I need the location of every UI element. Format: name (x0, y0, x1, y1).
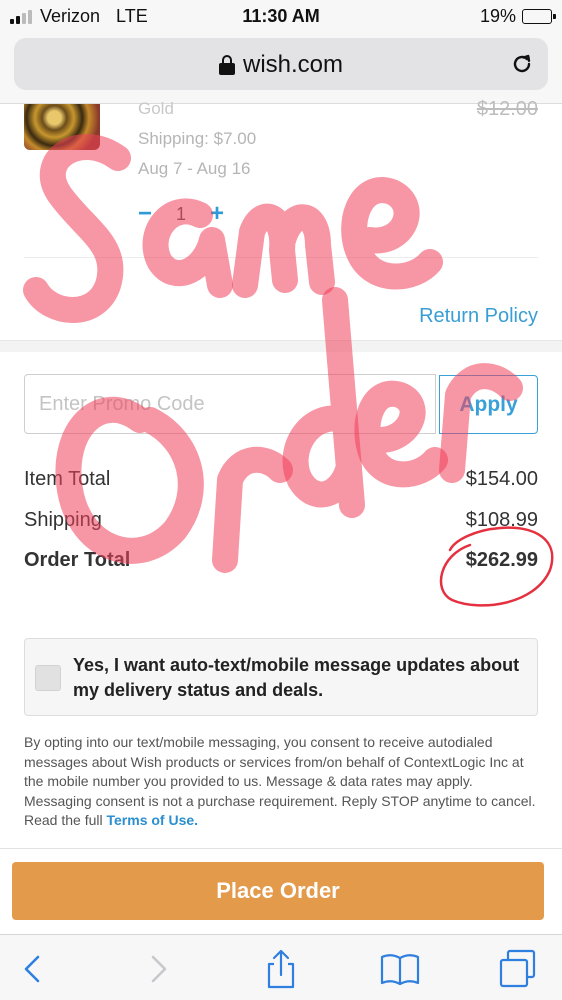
terms-of-use-link[interactable]: Terms of Use. (107, 812, 199, 828)
bookmarks-icon[interactable] (378, 947, 422, 991)
quantity-increase-button[interactable]: + (210, 200, 224, 228)
cart-item: Gold $12.00 Shipping: $7.00 Aug 7 - Aug … (0, 98, 562, 344)
place-order-button[interactable]: Place Order (12, 862, 544, 920)
divider (0, 848, 562, 849)
reload-icon[interactable] (510, 52, 534, 76)
sms-optin[interactable]: Yes, I want auto-text/mobile message upd… (24, 638, 538, 716)
optin-checkbox[interactable] (35, 665, 61, 691)
back-icon[interactable] (12, 947, 56, 991)
shipping-label: Shipping (24, 509, 102, 531)
clock: 11:30 AM (242, 6, 320, 26)
disclaimer-text: By opting into our text/mobile messaging… (24, 734, 536, 829)
battery-percent: 19% (479, 6, 516, 26)
lock-icon (218, 55, 235, 75)
product-shipping: Shipping: $7.00 (138, 129, 257, 148)
product-original-price: $12.00 (476, 98, 538, 120)
annotation-letter-r (212, 446, 293, 573)
status-bar: Verizon LTE 11:30 AM 19% (0, 0, 562, 34)
apply-promo-button[interactable]: Apply (439, 375, 538, 434)
order-total-label: Order Total (24, 549, 131, 571)
shipping-value: $108.99 (465, 509, 538, 531)
url-text: wish.com (242, 51, 344, 78)
battery-icon (522, 9, 556, 24)
item-total-value: $154.00 (465, 468, 538, 490)
status-right: 19% (479, 6, 556, 27)
quantity-decrease-button[interactable]: − (138, 200, 152, 228)
product-variant: Gold (138, 99, 174, 118)
forward-icon[interactable] (135, 947, 179, 991)
address-bar[interactable]: wish.com (14, 38, 548, 90)
sms-disclaimer: By opting into our text/mobile messaging… (24, 733, 538, 831)
promo-code-input[interactable] (24, 374, 436, 434)
divider (24, 257, 538, 258)
optin-label: Yes, I want auto-text/mobile message upd… (73, 655, 520, 700)
share-icon[interactable] (259, 947, 303, 991)
safari-toolbar (0, 934, 562, 1000)
product-thumbnail[interactable] (24, 104, 100, 150)
order-total-value: $262.99 (465, 549, 538, 571)
tabs-icon[interactable] (496, 947, 540, 991)
quantity-value: 1 (176, 204, 187, 224)
delivery-dates: Aug 7 - Aug 16 (138, 159, 251, 178)
item-total-label: Item Total (24, 468, 111, 490)
section-separator (0, 340, 562, 352)
return-policy-link[interactable]: Return Policy (419, 305, 538, 328)
browser-toolbar: wish.com (0, 34, 562, 104)
